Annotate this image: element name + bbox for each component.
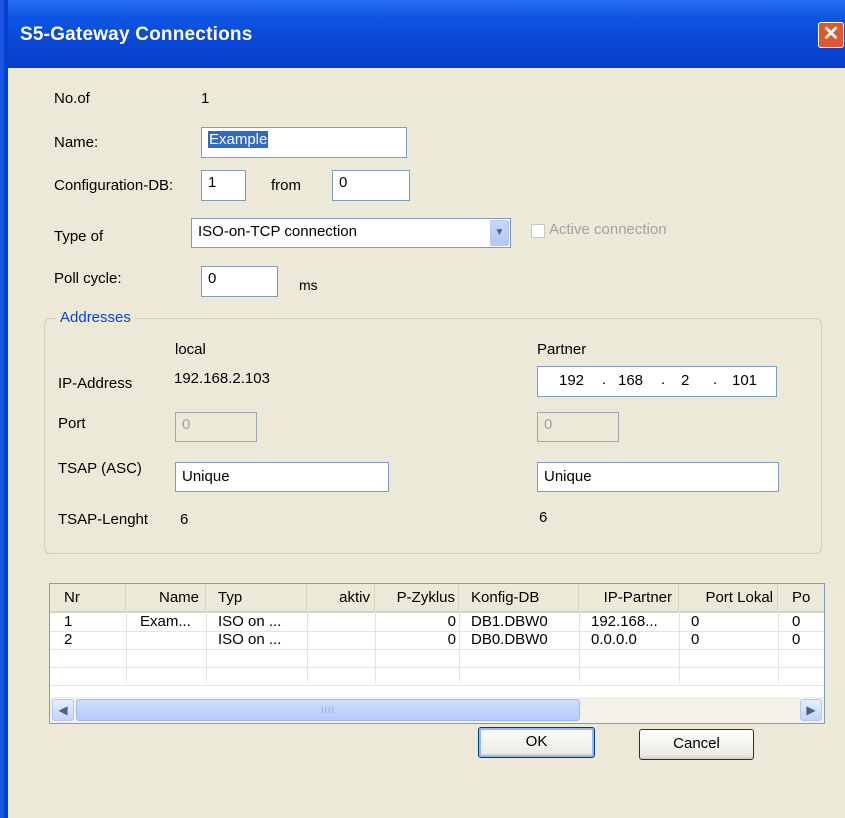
poll-cycle-label: Poll cycle: xyxy=(54,270,122,287)
addresses-group xyxy=(44,318,822,554)
ip-dot: . xyxy=(661,371,666,388)
table-row[interactable]: 1 Exam... ISO on ... 0 DB1.DBW0 192.168.… xyxy=(50,613,824,632)
column-header-typ[interactable]: Typ xyxy=(206,584,307,611)
cell-po: 0 xyxy=(792,631,801,648)
partner-header: Partner xyxy=(537,341,587,358)
configuration-db-input[interactable]: 1 xyxy=(201,170,246,201)
local-tsap-input[interactable]: Unique xyxy=(175,462,389,492)
table-row[interactable]: 2 ISO on ... 0 DB0.DBW0 0.0.0.0 0 0 xyxy=(50,631,824,650)
title-bar[interactable]: S5-Gateway Connections ✕ xyxy=(0,0,845,68)
partner-tsap-input[interactable]: Unique xyxy=(537,462,779,492)
cell-typ: ISO on ... xyxy=(218,613,282,630)
ip-dot: . xyxy=(713,371,718,388)
local-header: local xyxy=(175,341,206,358)
column-header-nr[interactable]: Nr xyxy=(50,584,126,611)
table-row-empty xyxy=(50,649,824,668)
local-port-input[interactable]: 0 xyxy=(175,412,257,442)
from-input[interactable]: 0 xyxy=(332,170,410,201)
local-tsap-length: 6 xyxy=(180,511,189,528)
ip-address-label: IP-Address xyxy=(58,375,133,392)
cell-nr: 2 xyxy=(64,631,73,648)
cell-p-zyklus: 0 xyxy=(447,631,456,648)
cell-port-lokal: 0 xyxy=(691,613,700,630)
cell-aktiv xyxy=(307,631,375,649)
cell-typ: ISO on ... xyxy=(218,631,282,648)
name-label: Name: xyxy=(54,134,99,151)
column-header-konfig-db[interactable]: Konfig-DB xyxy=(459,584,579,611)
close-icon[interactable]: ✕ xyxy=(818,22,844,48)
cell-port-lokal: 0 xyxy=(691,631,700,648)
column-header-po[interactable]: Po xyxy=(778,584,824,611)
cell-nr: 1 xyxy=(64,613,73,630)
type-select-value: ISO-on-TCP connection xyxy=(198,223,357,240)
type-select[interactable]: ISO-on-TCP connection ▼ xyxy=(191,218,511,248)
port-label: Port xyxy=(58,415,86,432)
ip-dot: . xyxy=(602,371,607,388)
cell-name: Exam... xyxy=(140,613,191,630)
cell-aktiv xyxy=(307,613,375,631)
partner-ip-octet-1: 192 xyxy=(559,372,585,389)
chevron-down-icon[interactable]: ▼ xyxy=(490,220,509,246)
cell-po: 0 xyxy=(792,613,801,630)
table-row-empty xyxy=(50,667,824,686)
tsap-label: TSAP (ASC) xyxy=(58,460,142,477)
no-of-label: No.of xyxy=(54,90,90,107)
connections-table[interactable]: Nr Name Typ aktiv P-Zyklus Konfig-DB IP-… xyxy=(49,583,825,724)
configuration-db-label: Configuration-DB: xyxy=(54,177,174,194)
scroll-right-icon[interactable]: ▶ xyxy=(800,699,822,721)
poll-cycle-input[interactable]: 0 xyxy=(201,266,278,297)
cell-konfig-db: DB1.DBW0 xyxy=(471,613,548,630)
table-header: Nr Name Typ aktiv P-Zyklus Konfig-DB IP-… xyxy=(50,584,824,613)
scroll-left-icon[interactable]: ◀ xyxy=(52,699,74,721)
tsap-length-label: TSAP-Lenght xyxy=(58,511,149,528)
cell-ip-partner: 192.168... xyxy=(591,613,658,630)
name-input[interactable]: Example xyxy=(201,127,407,158)
partner-ip-input[interactable]: 192 . 168 . 2 . 101 xyxy=(537,366,777,397)
local-ip-address: 192.168.2.103 xyxy=(174,370,270,387)
partner-ip-octet-4: 101 xyxy=(732,372,758,389)
addresses-group-title: Addresses xyxy=(56,309,135,326)
column-header-aktiv[interactable]: aktiv xyxy=(307,584,375,611)
partner-tsap-length: 6 xyxy=(539,509,548,526)
column-header-ip-partner[interactable]: IP-Partner xyxy=(579,584,679,611)
cancel-button[interactable]: Cancel xyxy=(639,729,754,760)
column-header-port-lokal[interactable]: Port Lokal xyxy=(679,584,778,611)
window-title: S5-Gateway Connections xyxy=(20,24,253,45)
cell-konfig-db: DB0.DBW0 xyxy=(471,631,548,648)
type-label: Type of xyxy=(54,228,104,245)
dialog-body: No.of 1 Name: Example Configuration-DB: … xyxy=(8,68,845,818)
from-label: from xyxy=(271,177,301,194)
active-connection-label: Active connection xyxy=(549,221,667,238)
active-connection-checkbox[interactable] xyxy=(531,224,545,238)
column-header-name[interactable]: Name xyxy=(126,584,206,611)
column-header-p-zyklus[interactable]: P-Zyklus xyxy=(375,584,459,611)
ok-button[interactable]: OK xyxy=(478,727,595,758)
partner-ip-octet-2: 168 xyxy=(618,372,644,389)
partner-port-input[interactable]: 0 xyxy=(537,412,619,442)
name-input-text: Example xyxy=(208,131,269,148)
cell-name xyxy=(140,631,206,649)
no-of-value: 1 xyxy=(201,90,210,107)
cell-p-zyklus: 0 xyxy=(447,613,456,630)
cell-ip-partner: 0.0.0.0 xyxy=(591,631,637,648)
window-frame xyxy=(0,0,8,818)
scroll-thumb[interactable]: IIII xyxy=(76,699,580,721)
poll-cycle-unit: ms xyxy=(299,277,318,293)
horizontal-scrollbar[interactable]: ◀ IIII ▶ xyxy=(50,697,824,723)
partner-ip-octet-3: 2 xyxy=(681,372,690,389)
